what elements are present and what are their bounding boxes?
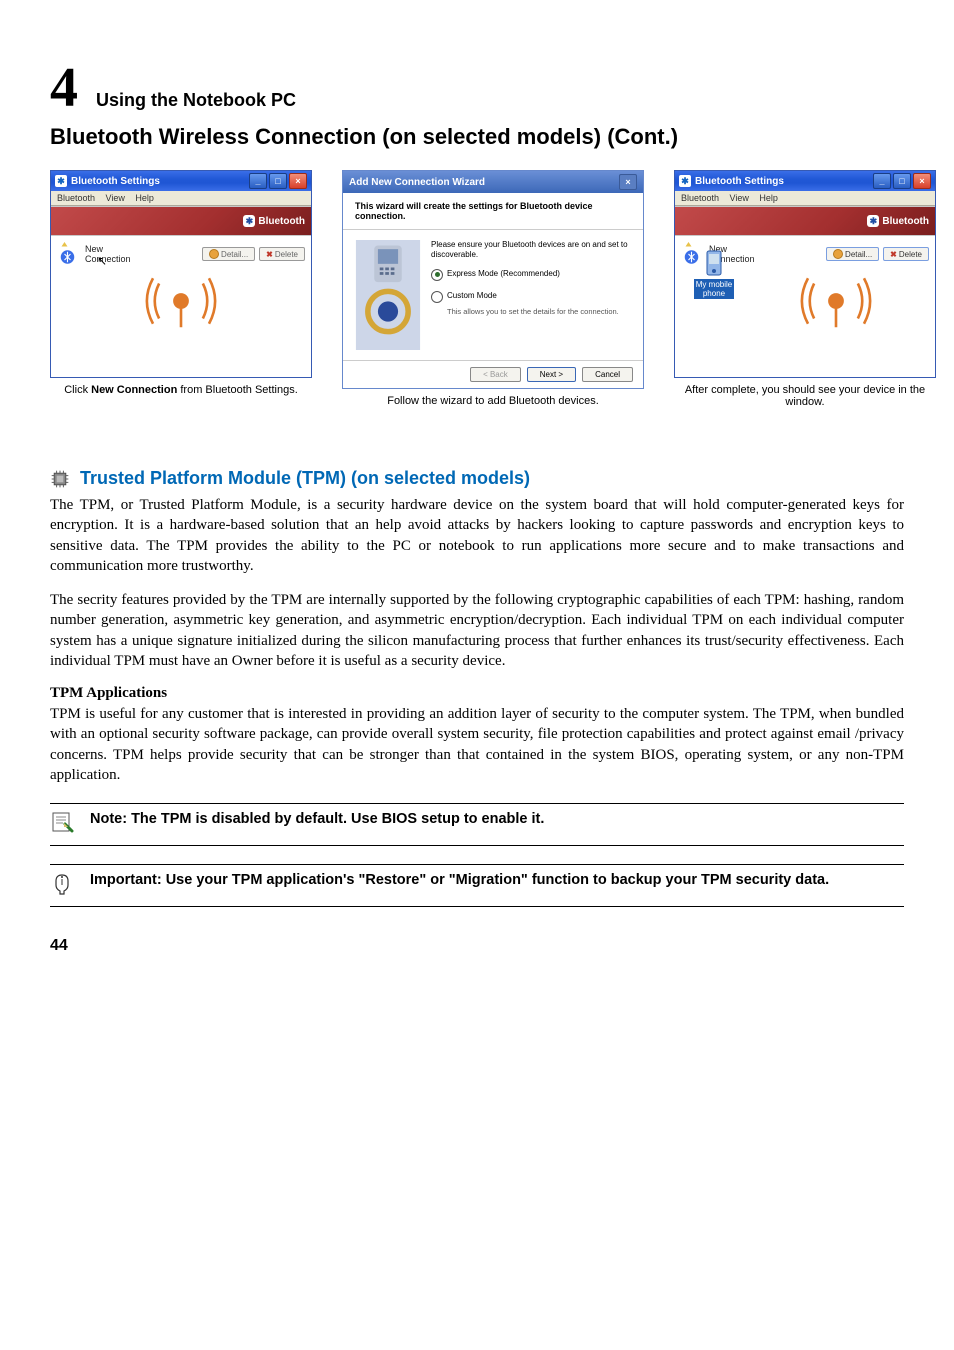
- detail-button[interactable]: Detail...: [826, 247, 879, 261]
- device-label-1: My mobile: [696, 280, 732, 289]
- tpm-applications-heading: TPM Applications: [50, 685, 904, 702]
- info-icon: [833, 249, 843, 259]
- new-connection-button[interactable]: NewConnection: [57, 242, 131, 266]
- menu-help[interactable]: Help: [759, 193, 778, 203]
- delete-label: Delete: [899, 250, 922, 259]
- titlebar[interactable]: ✱ Bluetooth Settings _ □ ×: [675, 171, 935, 191]
- bluetooth-app-icon: ✱: [55, 175, 67, 187]
- important-callout: Important: Use your TPM application's "R…: [50, 864, 904, 907]
- menubar: Bluetooth View Help: [675, 191, 935, 206]
- chapter-title: Using the Notebook PC: [96, 90, 296, 111]
- bluetooth-settings-window-device: ✱ Bluetooth Settings _ □ × Bluetooth Vie…: [674, 170, 936, 378]
- tpm-section-title: Trusted Platform Module (TPM) (on select…: [80, 468, 530, 489]
- next-button[interactable]: Next >: [527, 367, 576, 382]
- radio-unselected-icon: [431, 291, 443, 303]
- window-title: Bluetooth Settings: [695, 176, 784, 187]
- wizard-graphic: [353, 240, 423, 350]
- caption-2: Follow the wizard to add Bluetooth devic…: [342, 395, 644, 407]
- window-title: Bluetooth Settings: [71, 176, 160, 187]
- maximize-button[interactable]: □: [269, 173, 287, 189]
- detail-button[interactable]: Detail...: [202, 247, 255, 261]
- menu-view[interactable]: View: [730, 193, 749, 203]
- delete-icon: ✖: [266, 250, 273, 259]
- delete-button[interactable]: ✖Delete: [259, 247, 305, 261]
- note-callout: Note: The TPM is disabled by default. Us…: [50, 803, 904, 846]
- express-mode-label: Express Mode (Recommended): [447, 269, 560, 279]
- close-button[interactable]: ×: [619, 174, 637, 190]
- titlebar[interactable]: Add New Connection Wizard ×: [343, 171, 643, 193]
- menu-bluetooth[interactable]: Bluetooth: [57, 193, 95, 203]
- caption-3: After complete, you should see your devi…: [674, 384, 936, 408]
- cancel-button[interactable]: Cancel: [582, 367, 633, 382]
- tpm-paragraph-2: The secrity features provided by the TPM…: [50, 590, 904, 671]
- back-button[interactable]: < Back: [470, 367, 521, 382]
- bluetooth-app-icon: ✱: [679, 175, 691, 187]
- section-title: Bluetooth Wireless Connection (on select…: [50, 124, 904, 150]
- wizard-header: This wizard will create the settings for…: [343, 193, 643, 230]
- chapter-number: 4: [50, 60, 78, 116]
- add-new-connection-wizard: Add New Connection Wizard × This wizard …: [342, 170, 644, 389]
- close-button[interactable]: ×: [289, 173, 307, 189]
- custom-mode-sublabel: This allows you to set the details for t…: [447, 307, 633, 317]
- bluetooth-icon: ✱: [243, 215, 255, 227]
- tpm-chip-icon: [50, 469, 70, 489]
- bluetooth-logo-text: Bluetooth: [882, 216, 929, 227]
- new-connection-label-2: Connection: [85, 254, 131, 264]
- detail-label: Detail...: [221, 250, 248, 259]
- note-text: Note: The TPM is disabled by default. Us…: [90, 810, 544, 830]
- bluetooth-icon: ✱: [867, 215, 879, 227]
- menu-bluetooth[interactable]: Bluetooth: [681, 193, 719, 203]
- window-title: Add New Connection Wizard: [349, 177, 485, 188]
- detail-label: Detail...: [845, 250, 872, 259]
- paired-device[interactable]: My mobilephone: [689, 249, 739, 299]
- device-label-2: phone: [703, 289, 725, 298]
- caption-1: Click New Connection from Bluetooth Sett…: [50, 384, 312, 396]
- bluetooth-settings-window-empty: ✱ Bluetooth Settings _ □ × Bluetooth Vie…: [50, 170, 312, 378]
- info-icon: [209, 249, 219, 259]
- delete-button[interactable]: ✖Delete: [883, 247, 929, 261]
- bluetooth-banner: ✱Bluetooth: [675, 207, 935, 235]
- tpm-paragraph-1: The TPM, or Trusted Platform Module, is …: [50, 495, 904, 576]
- custom-mode-label: Custom Mode: [447, 291, 497, 301]
- tpm-paragraph-3: TPM is useful for any customer that is i…: [50, 704, 904, 785]
- new-connection-label-1: New: [85, 244, 131, 254]
- minimize-button[interactable]: _: [873, 173, 891, 189]
- important-icon: [50, 871, 78, 900]
- menu-help[interactable]: Help: [135, 193, 154, 203]
- minimize-button[interactable]: _: [249, 173, 267, 189]
- titlebar[interactable]: ✱ Bluetooth Settings _ □ ×: [51, 171, 311, 191]
- wizard-note: Please ensure your Bluetooth devices are…: [431, 240, 633, 261]
- cursor-icon: ↖: [97, 254, 107, 268]
- maximize-button[interactable]: □: [893, 173, 911, 189]
- custom-mode-radio[interactable]: Custom Mode: [431, 291, 633, 303]
- delete-icon: ✖: [890, 250, 897, 259]
- menu-view[interactable]: View: [106, 193, 125, 203]
- close-button[interactable]: ×: [913, 173, 931, 189]
- screenshot-row: ✱ Bluetooth Settings _ □ × Bluetooth Vie…: [50, 170, 904, 408]
- menubar: Bluetooth View Help: [51, 191, 311, 206]
- bluetooth-banner: ✱Bluetooth: [51, 207, 311, 235]
- delete-label: Delete: [275, 250, 298, 259]
- page-number: 44: [50, 937, 904, 955]
- radio-selected-icon: [431, 269, 443, 281]
- bluetooth-radar-icon: [781, 266, 891, 336]
- bluetooth-radar-icon: [126, 266, 236, 336]
- express-mode-radio[interactable]: Express Mode (Recommended): [431, 269, 633, 281]
- note-icon: [50, 810, 78, 839]
- important-text: Important: Use your TPM application's "R…: [90, 871, 829, 891]
- chapter-header: 4 Using the Notebook PC: [50, 60, 904, 116]
- bluetooth-logo-text: Bluetooth: [258, 216, 305, 227]
